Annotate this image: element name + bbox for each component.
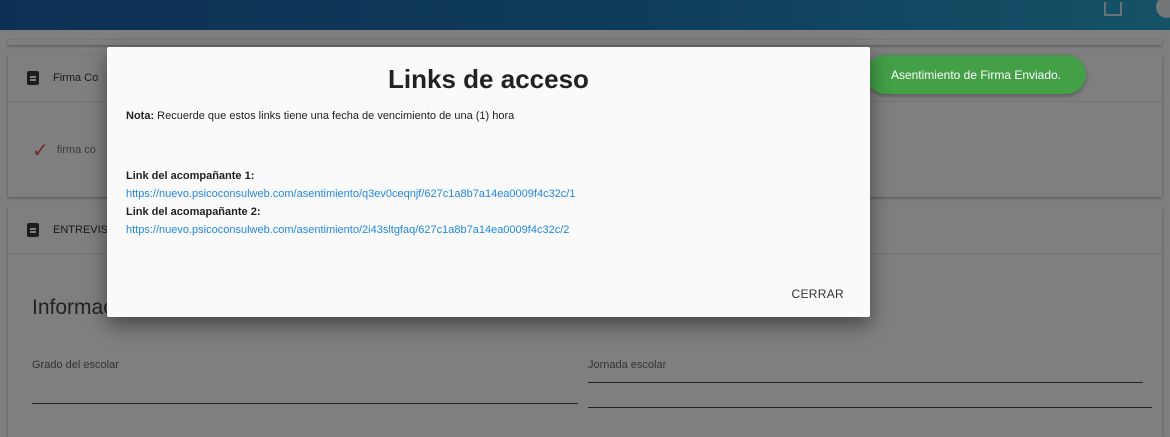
note-text: Recuerde que estos links tiene una fecha… bbox=[157, 110, 515, 122]
links-dialog: Links de acceso Nota: Recuerde que estos… bbox=[107, 47, 870, 317]
toast-text: Asentimiento de Firma Enviado. bbox=[890, 67, 1062, 82]
close-button[interactable]: CERRAR bbox=[792, 287, 844, 301]
link2-label: Link del acomapañante 2: bbox=[126, 206, 261, 218]
note-prefix: Nota: bbox=[126, 110, 155, 122]
link2-url[interactable]: https://nuevo.psicoconsulweb.com/asentim… bbox=[126, 224, 569, 236]
dialog-note: Nota: Recuerde que estos links tiene una… bbox=[126, 110, 514, 122]
dialog-title: Links de acceso bbox=[388, 64, 589, 94]
success-toast: Asentimiento de Firma Enviado. bbox=[866, 55, 1086, 94]
link1-url[interactable]: https://nuevo.psicoconsulweb.com/asentim… bbox=[126, 188, 575, 200]
link1-label: Link del acompañante 1: bbox=[126, 170, 255, 182]
